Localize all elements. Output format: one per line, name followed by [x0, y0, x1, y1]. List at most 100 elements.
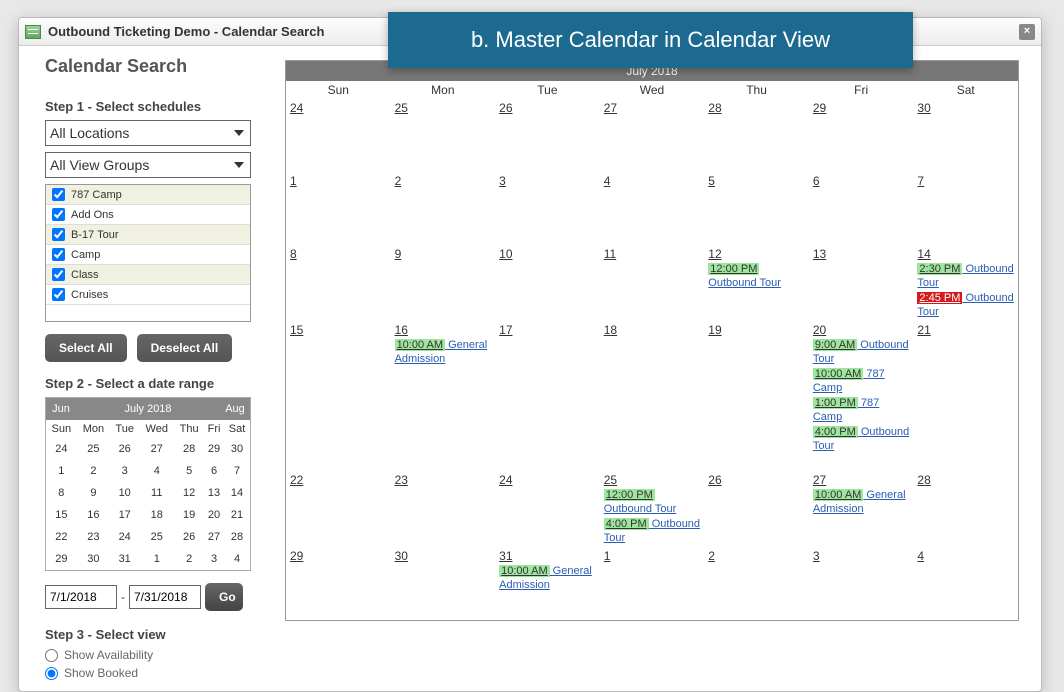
- big-day-cell[interactable]: 1610:00 AM General Admission: [391, 321, 496, 471]
- mini-day-cell[interactable]: 2: [174, 548, 204, 570]
- big-day-cell[interactable]: 9: [391, 245, 496, 321]
- big-day-cell[interactable]: 142:30 PM Outbound Tour2:45 PM Outbound …: [913, 245, 1018, 321]
- mini-day-cell[interactable]: 17: [110, 504, 139, 526]
- event-time[interactable]: 10:00 AM: [395, 339, 445, 351]
- big-day-cell[interactable]: 26: [704, 471, 809, 547]
- big-day-number[interactable]: 1: [290, 174, 297, 188]
- big-day-cell[interactable]: 3110:00 AM General Admission: [495, 547, 600, 620]
- big-day-number[interactable]: 1: [604, 549, 611, 563]
- mini-day-cell[interactable]: 28: [174, 438, 204, 460]
- close-icon[interactable]: ×: [1019, 24, 1035, 40]
- big-day-number[interactable]: 21: [917, 323, 930, 337]
- calendar-event[interactable]: 10:00 AM General Admission: [813, 488, 910, 516]
- big-day-number[interactable]: 29: [290, 549, 303, 563]
- calendar-event[interactable]: 10:00 AM General Admission: [499, 564, 596, 592]
- checklist-item[interactable]: Camp: [46, 245, 250, 265]
- big-day-number[interactable]: 15: [290, 323, 303, 337]
- big-day-cell[interactable]: 29: [809, 99, 914, 172]
- mini-day-cell[interactable]: 26: [174, 526, 204, 548]
- big-day-cell[interactable]: 4: [600, 172, 705, 245]
- big-day-number[interactable]: 30: [917, 101, 930, 115]
- date-from-input[interactable]: [45, 585, 117, 609]
- big-day-cell[interactable]: 30: [391, 547, 496, 620]
- big-day-cell[interactable]: 2710:00 AM General Admission: [809, 471, 914, 547]
- big-day-number[interactable]: 10: [499, 247, 512, 261]
- deselect-all-button[interactable]: Deselect All: [137, 334, 233, 362]
- date-to-input[interactable]: [129, 585, 201, 609]
- big-day-number[interactable]: 30: [395, 549, 408, 563]
- mini-day-cell[interactable]: 26: [110, 438, 139, 460]
- big-day-number[interactable]: 2: [708, 549, 715, 563]
- mini-day-cell[interactable]: 7: [224, 460, 250, 482]
- mini-day-cell[interactable]: 10: [110, 482, 139, 504]
- big-day-number[interactable]: 13: [813, 247, 826, 261]
- big-day-number[interactable]: 29: [813, 101, 826, 115]
- big-day-number[interactable]: 8: [290, 247, 297, 261]
- event-time[interactable]: 9:00 AM: [813, 339, 857, 351]
- big-day-cell[interactable]: 28: [704, 99, 809, 172]
- big-day-cell[interactable]: 209:00 AM Outbound Tour10:00 AM 787 Camp…: [809, 321, 914, 471]
- mini-day-cell[interactable]: 2: [77, 460, 111, 482]
- calendar-event[interactable]: 2:30 PM Outbound Tour: [917, 262, 1014, 290]
- checklist-item[interactable]: Add Ons: [46, 205, 250, 225]
- mini-day-cell[interactable]: 29: [204, 438, 224, 460]
- big-day-number[interactable]: 25: [604, 473, 617, 487]
- mini-day-cell[interactable]: 1: [46, 460, 77, 482]
- big-day-number[interactable]: 6: [813, 174, 820, 188]
- calendar-event[interactable]: 1:00 PM 787 Camp: [813, 396, 910, 424]
- big-day-cell[interactable]: 15: [286, 321, 391, 471]
- event-time[interactable]: 10:00 AM: [813, 368, 863, 380]
- calendar-event[interactable]: 4:00 PM Outbound Tour: [813, 425, 910, 453]
- big-day-cell[interactable]: 3: [809, 547, 914, 620]
- big-day-number[interactable]: 14: [917, 247, 930, 261]
- big-day-number[interactable]: 22: [290, 473, 303, 487]
- event-time[interactable]: 12:00 PM: [604, 489, 655, 501]
- big-day-cell[interactable]: 1212:00 PM Outbound Tour: [704, 245, 809, 321]
- big-day-number[interactable]: 19: [708, 323, 721, 337]
- big-day-cell[interactable]: 19: [704, 321, 809, 471]
- mini-prev-month[interactable]: Jun: [46, 403, 76, 415]
- locations-dropdown[interactable]: All Locations: [45, 120, 251, 146]
- mini-day-cell[interactable]: 23: [77, 526, 111, 548]
- mini-day-cell[interactable]: 25: [139, 526, 174, 548]
- select-all-button[interactable]: Select All: [45, 334, 127, 362]
- checklist-checkbox[interactable]: [52, 288, 65, 301]
- calendar-event[interactable]: 4:00 PM Outbound Tour: [604, 517, 701, 545]
- mini-day-cell[interactable]: 8: [46, 482, 77, 504]
- big-day-cell[interactable]: 24: [286, 99, 391, 172]
- calendar-event[interactable]: 10:00 AM General Admission: [395, 338, 492, 366]
- checklist-checkbox[interactable]: [52, 228, 65, 241]
- event-link[interactable]: Outbound Tour: [604, 503, 677, 515]
- mini-day-cell[interactable]: 22: [46, 526, 77, 548]
- calendar-event[interactable]: 12:00 PM Outbound Tour: [708, 262, 805, 290]
- mini-day-cell[interactable]: 1: [139, 548, 174, 570]
- show-booked-radio[interactable]: [45, 667, 58, 680]
- big-day-number[interactable]: 25: [395, 101, 408, 115]
- checklist-item[interactable]: Cruises: [46, 285, 250, 305]
- big-day-number[interactable]: 7: [917, 174, 924, 188]
- event-time[interactable]: 10:00 AM: [499, 565, 549, 577]
- mini-day-cell[interactable]: 21: [224, 504, 250, 526]
- big-day-number[interactable]: 18: [604, 323, 617, 337]
- checklist-item[interactable]: B-17 Tour: [46, 225, 250, 245]
- mini-calendar[interactable]: Jun July 2018 Aug SunMonTueWedThuFriSat …: [45, 397, 251, 571]
- calendar-event[interactable]: 9:00 AM Outbound Tour: [813, 338, 910, 366]
- mini-day-cell[interactable]: 28: [224, 526, 250, 548]
- big-day-cell[interactable]: 6: [809, 172, 914, 245]
- mini-next-month[interactable]: Aug: [220, 403, 250, 415]
- event-time[interactable]: 4:00 PM: [604, 518, 649, 530]
- big-day-cell[interactable]: 23: [391, 471, 496, 547]
- big-day-cell[interactable]: 26: [495, 99, 600, 172]
- checklist-checkbox[interactable]: [52, 188, 65, 201]
- mini-day-cell[interactable]: 11: [139, 482, 174, 504]
- mini-day-cell[interactable]: 24: [110, 526, 139, 548]
- big-day-cell[interactable]: 24: [495, 471, 600, 547]
- big-day-cell[interactable]: 18: [600, 321, 705, 471]
- calendar-event[interactable]: 2:45 PM Outbound Tour: [917, 291, 1014, 319]
- big-day-number[interactable]: 27: [813, 473, 826, 487]
- big-day-cell[interactable]: 3: [495, 172, 600, 245]
- mini-day-cell[interactable]: 29: [46, 548, 77, 570]
- big-day-number[interactable]: 16: [395, 323, 408, 337]
- big-day-number[interactable]: 20: [813, 323, 826, 337]
- big-day-cell[interactable]: 30: [913, 99, 1018, 172]
